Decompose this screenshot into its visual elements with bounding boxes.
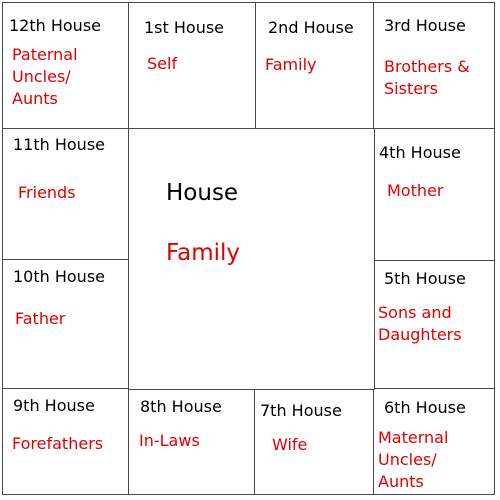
house-cell-4: 4th House Mother <box>373 128 495 262</box>
house-cell-11: 11th House Friends <box>2 128 130 261</box>
center-panel: House Family <box>128 128 375 390</box>
house-label: 1st House <box>144 18 225 37</box>
house-label: 7th House <box>260 401 342 420</box>
house-label: 2nd House <box>268 18 354 37</box>
house-label: 3rd House <box>384 16 466 35</box>
role-line: Forefathers <box>12 434 104 453</box>
role-line: Father <box>15 309 66 328</box>
house-role: Friends <box>18 182 76 204</box>
house-cell-5: 5th House Sons and Daughters <box>373 260 495 390</box>
house-label: 6th House <box>384 398 466 417</box>
house-label: 9th House <box>13 396 95 415</box>
house-role: Maternal Uncles/ Aunts <box>378 427 448 493</box>
house-label: 5th House <box>384 269 466 288</box>
house-label: 8th House <box>140 397 222 416</box>
role-line: Paternal <box>12 45 78 64</box>
role-line: Self <box>147 54 178 73</box>
house-role: Self <box>147 53 177 75</box>
role-line: Sons and <box>378 303 452 322</box>
house-role: Forefathers <box>12 433 103 455</box>
role-line: Friends <box>18 183 76 202</box>
role-line: Sisters <box>384 79 438 98</box>
house-label: 12th House <box>9 16 101 35</box>
house-cell-8: 8th House In-Laws <box>128 388 256 495</box>
role-line: Daughters <box>378 325 462 344</box>
house-label: 4th House <box>379 143 461 162</box>
house-cell-2: 2nd House Family <box>255 2 375 130</box>
house-cell-10: 10th House Father <box>2 259 130 390</box>
house-cell-12: 12th House Paternal Uncles/ Aunts <box>2 2 130 130</box>
house-role: Paternal Uncles/ Aunts <box>12 44 78 110</box>
house-chart: 12th House Paternal Uncles/ Aunts 1st Ho… <box>0 0 500 500</box>
role-line: Uncles/ <box>378 450 437 469</box>
house-cell-7: 7th House Wife <box>254 388 375 495</box>
center-subtitle: Family <box>166 240 241 266</box>
role-line: Uncles/ <box>12 67 71 86</box>
house-label: 10th House <box>13 267 105 286</box>
house-cell-1: 1st House Self <box>128 2 257 130</box>
role-line: Maternal <box>378 428 449 447</box>
role-line: Wife <box>272 435 308 454</box>
house-cell-6: 6th House Maternal Uncles/ Aunts <box>373 388 495 495</box>
center-title: House <box>166 180 239 206</box>
role-line: Aunts <box>378 472 424 491</box>
role-line: Family <box>265 55 317 74</box>
role-line: Mother <box>387 181 444 200</box>
role-line: Aunts <box>12 89 58 108</box>
house-role: Wife <box>272 434 307 456</box>
house-role: Sons and Daughters <box>378 302 462 346</box>
house-label: 11th House <box>13 135 105 154</box>
role-line: In-Laws <box>139 431 200 450</box>
house-role: Father <box>15 308 65 330</box>
house-role: Family <box>265 54 316 76</box>
house-role: In-Laws <box>139 430 200 452</box>
house-cell-9: 9th House Forefathers <box>2 388 130 495</box>
house-role: Brothers & Sisters <box>384 56 470 100</box>
house-cell-3: 3rd House Brothers & Sisters <box>373 2 495 130</box>
role-line: Brothers & <box>384 57 470 76</box>
house-role: Mother <box>387 180 443 202</box>
